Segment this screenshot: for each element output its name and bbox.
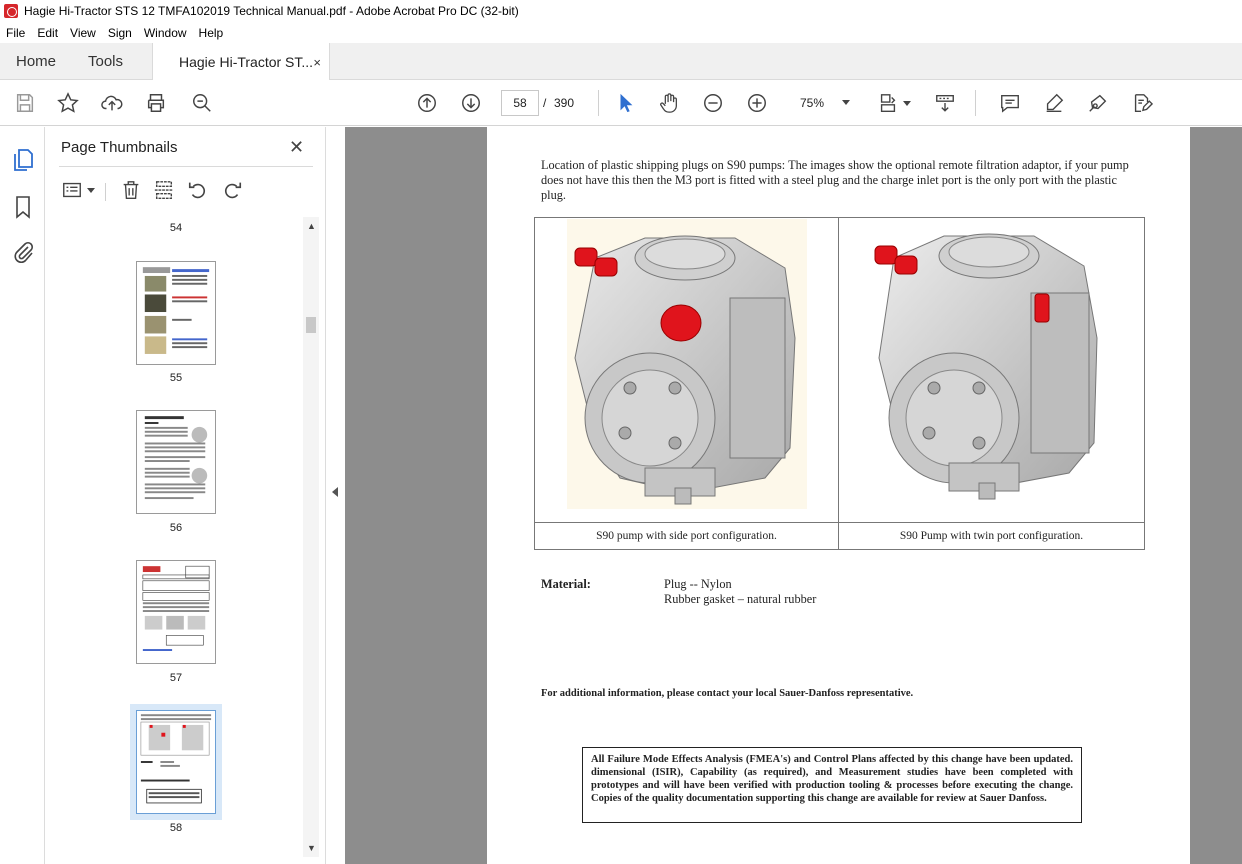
scroll-mode-icon[interactable] (933, 91, 957, 115)
page-total: 390 (554, 96, 575, 110)
zoom-level-select[interactable]: 75% (790, 90, 856, 116)
scrollbar-thumb[interactable] (306, 317, 316, 333)
print-icon[interactable] (144, 91, 168, 115)
pump-twin-port-image (874, 233, 1098, 500)
rotate-left-icon[interactable] (187, 179, 209, 201)
fmea-notice-box: All Failure Mode Effects Analysis (FMEA'… (582, 747, 1082, 823)
zoom-out-icon[interactable] (701, 91, 725, 115)
material-line: Plug -- Nylon (664, 577, 732, 591)
save-icon[interactable] (13, 91, 37, 115)
material-label: Material: (541, 577, 591, 591)
panel-title: Page Thumbnails (61, 139, 178, 156)
collapse-panel-icon[interactable] (332, 487, 338, 497)
thumbnail-label: 57 (169, 672, 183, 684)
page-thumbnails-icon[interactable] (11, 148, 35, 172)
figure-cell-twin-port (839, 218, 1144, 522)
thumbnail-label: 54 (169, 222, 183, 234)
upload-icon[interactable] (100, 91, 124, 115)
hand-tool-icon[interactable] (657, 91, 681, 115)
panel-splitter[interactable] (325, 127, 345, 864)
divider (59, 166, 313, 167)
toolbar-divider (975, 90, 976, 116)
thumbnail-label: 56 (169, 522, 183, 534)
chevron-down-icon[interactable] (903, 101, 911, 106)
window-title: Hagie Hi-Tractor STS 12 TMFA102019 Techn… (24, 4, 519, 18)
tab-tools[interactable]: Tools (88, 43, 123, 80)
page-number-input[interactable]: 58 (501, 90, 539, 116)
intro-paragraph: Location of plastic shipping plugs on S9… (541, 158, 1129, 202)
attachments-icon[interactable] (11, 240, 35, 264)
menu-bar: File Edit View Sign Window Help (0, 22, 1242, 43)
acrobat-icon (4, 4, 18, 18)
menu-edit[interactable]: Edit (31, 26, 64, 40)
bookmark-star-icon[interactable] (56, 91, 80, 115)
thumbnail-list: 54 55 56 57 58 (45, 217, 303, 864)
zoom-search-icon[interactable] (190, 91, 214, 115)
tab-close-icon[interactable]: × (313, 55, 321, 70)
divider (105, 183, 106, 201)
thumbnail-toolbar (45, 175, 325, 205)
panel-close-icon[interactable]: ✕ (289, 137, 304, 158)
figure-table: S90 pump with side port configuration. S… (534, 217, 1145, 550)
navigation-rail (0, 127, 45, 864)
menu-help[interactable]: Help (193, 26, 230, 40)
document-viewer[interactable]: Location of plastic shipping plugs on S9… (345, 127, 1242, 864)
chevron-down-icon[interactable] (87, 188, 95, 193)
extract-page-icon[interactable] (153, 179, 175, 201)
edit-pdf-icon[interactable] (1130, 91, 1154, 115)
tab-home[interactable]: Home (16, 43, 56, 80)
material-line: Rubber gasket – natural rubber (664, 592, 817, 606)
menu-view[interactable]: View (64, 26, 102, 40)
bookmarks-icon[interactable] (11, 195, 35, 219)
thumbnail-page[interactable] (136, 560, 216, 664)
figure-caption: S90 Pump with twin port configuration. (839, 522, 1144, 549)
title-bar: Hagie Hi-Tractor STS 12 TMFA102019 Techn… (0, 0, 1242, 22)
page-thumbnails-panel: Page Thumbnails ✕ 54 55 56 57 58 ▲ ▼ (45, 127, 325, 864)
page-separator: / (543, 96, 547, 110)
thumbnail-page[interactable] (136, 410, 216, 514)
zoom-level-value: 75% (800, 96, 825, 110)
thumbnail-label: 58 (169, 822, 183, 834)
tab-document[interactable]: Hagie Hi-Tractor ST... × (152, 43, 330, 81)
tab-bar: Home Tools Hagie Hi-Tractor ST... × (0, 43, 1242, 81)
menu-window[interactable]: Window (138, 26, 193, 40)
sign-pen-icon[interactable] (1086, 91, 1110, 115)
pdf-page: Location of plastic shipping plugs on S9… (487, 127, 1190, 864)
zoom-in-icon[interactable] (745, 91, 769, 115)
contact-note: For additional information, please conta… (541, 688, 914, 699)
menu-file[interactable]: File (0, 26, 31, 40)
delete-page-icon[interactable] (120, 179, 142, 201)
comment-icon[interactable] (998, 91, 1022, 115)
select-cursor-icon[interactable] (614, 91, 638, 115)
thumbnail-scrollbar[interactable]: ▲ ▼ (303, 217, 319, 857)
chevron-down-icon (842, 100, 850, 105)
rotate-right-icon[interactable] (221, 179, 243, 201)
highlight-pen-icon[interactable] (1042, 91, 1066, 115)
next-page-icon[interactable] (459, 91, 483, 115)
pump-side-port-image (574, 235, 796, 505)
toolbar-divider (598, 90, 599, 116)
thumbnail-page[interactable] (136, 261, 216, 365)
figure-caption: S90 pump with side port configuration. (535, 522, 839, 549)
fit-page-icon[interactable] (876, 91, 900, 115)
thumbnail-label: 55 (169, 372, 183, 384)
thumbnail-page-current[interactable] (130, 704, 222, 820)
scroll-up-icon[interactable]: ▲ (307, 221, 316, 231)
tab-document-label: Hagie Hi-Tractor ST... (179, 54, 314, 70)
options-menu-icon[interactable] (61, 179, 85, 201)
scroll-down-icon[interactable]: ▼ (307, 843, 316, 853)
menu-sign[interactable]: Sign (102, 26, 138, 40)
figure-cell-side-port (535, 218, 839, 522)
previous-page-icon[interactable] (415, 91, 439, 115)
